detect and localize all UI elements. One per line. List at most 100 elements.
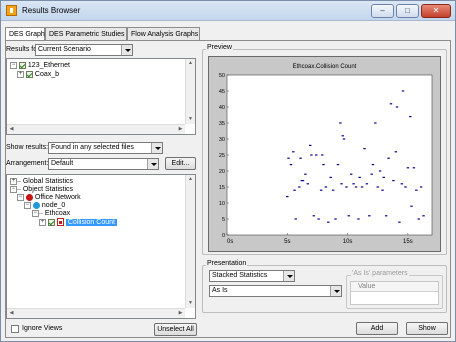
tab-flow-analysis-graphs[interactable]: Flow Analysis Graphs	[127, 27, 200, 41]
data-point	[415, 189, 418, 191]
as-is-parameters-title: 'As Is' parameters	[351, 270, 409, 277]
checkbox-icon[interactable]	[47, 218, 55, 226]
data-point	[368, 215, 371, 217]
title-bar[interactable]: Results Browser – □ ✕	[1, 1, 455, 21]
scenario-tree[interactable]: − 123_Ethernet + Coax_b ▲ ▼ ◀ ▶	[6, 58, 196, 135]
data-point	[312, 215, 316, 217]
data-point	[341, 135, 344, 137]
add-button[interactable]: Add	[356, 322, 398, 335]
data-point	[317, 218, 320, 220]
data-point	[299, 157, 302, 159]
data-point	[395, 106, 399, 108]
checkbox-icon[interactable]	[18, 61, 26, 69]
unselect-all-button[interactable]: Unselect All	[154, 323, 197, 336]
arrangement-dropdown[interactable]: Default	[48, 158, 159, 170]
data-point	[400, 183, 404, 185]
data-point	[389, 103, 393, 105]
data-point	[376, 186, 379, 188]
expand-icon[interactable]: +	[17, 70, 24, 78]
expand-icon[interactable]: +	[10, 177, 17, 185]
show-button[interactable]: Show	[406, 322, 448, 335]
statistics-tree[interactable]: + – Global Statistics − – Object Statistic…	[6, 174, 196, 319]
vertical-scrollbar[interactable]: ▲ ▼	[185, 59, 195, 124]
results-for-value: Current Scenario	[38, 46, 91, 53]
close-button[interactable]: ✕	[421, 4, 451, 18]
chevron-down-icon	[147, 159, 158, 169]
presentation-mode-dropdown[interactable]: Stacked Statistics	[209, 270, 295, 282]
scroll-right-icon[interactable]: ▶	[176, 125, 185, 134]
tree-item-coax-b[interactable]: + Coax_b	[17, 70, 59, 79]
node-icon	[32, 201, 40, 209]
data-point	[357, 218, 360, 220]
value-column-header: Value	[358, 283, 376, 290]
tree-item-label: Collision Count	[65, 219, 117, 226]
maximize-button[interactable]: □	[396, 4, 419, 18]
filter-dropdown[interactable]: As Is	[209, 285, 342, 297]
x-tick-label: 15s	[403, 239, 413, 245]
scroll-right-icon[interactable]: ▶	[176, 309, 185, 318]
show-results-dropdown[interactable]: Found in any selected files	[48, 142, 163, 154]
y-tick-label: 30	[219, 137, 225, 143]
collapse-icon[interactable]: −	[10, 185, 17, 193]
expand-icon[interactable]: +	[39, 218, 46, 226]
chevron-down-icon	[283, 271, 294, 281]
app-icon	[6, 5, 17, 16]
data-point	[309, 144, 312, 146]
collapse-icon[interactable]: −	[10, 61, 17, 69]
data-point	[392, 180, 395, 182]
data-point	[304, 173, 307, 175]
chevron-down-icon	[121, 45, 132, 55]
collapse-icon[interactable]: −	[17, 193, 24, 201]
collapse-icon[interactable]: −	[32, 209, 39, 217]
y-tick-label: 10	[219, 201, 225, 207]
tree-item-ethcoax[interactable]: − – Ethcoax	[32, 209, 70, 218]
tree-item-label: 123_Ethernet	[27, 62, 70, 69]
show-results-label: Show results:	[6, 144, 49, 151]
scroll-up-icon[interactable]: ▲	[186, 59, 195, 68]
scroll-down-icon[interactable]: ▼	[186, 115, 195, 124]
data-point	[378, 170, 382, 172]
data-point	[370, 173, 373, 175]
arrangement-value: Default	[51, 160, 74, 167]
parameters-header-row: Value	[351, 282, 438, 292]
data-point	[371, 164, 375, 166]
checkbox-icon[interactable]	[25, 70, 33, 78]
data-point	[286, 196, 289, 198]
data-point	[321, 154, 324, 156]
data-point	[347, 215, 350, 217]
edit-button[interactable]: Edit...	[165, 157, 196, 170]
parameters-table[interactable]: Value	[350, 281, 439, 305]
ignore-views-checkbox[interactable]	[11, 325, 19, 333]
data-point	[331, 189, 335, 191]
chevron-down-icon	[330, 286, 341, 296]
data-point	[310, 154, 313, 156]
collapse-icon[interactable]: −	[24, 201, 31, 209]
data-point	[350, 173, 353, 175]
data-point	[410, 205, 413, 207]
horizontal-scrollbar[interactable]: ◀ ▶	[7, 124, 185, 134]
y-tick-label: 0	[222, 233, 225, 239]
data-point	[374, 122, 377, 124]
horizontal-scrollbar[interactable]: ◀ ▶	[7, 308, 185, 318]
data-point	[298, 186, 301, 188]
y-tick-label: 45	[219, 89, 225, 95]
x-tick-label: 0s	[227, 239, 233, 245]
scroll-down-icon[interactable]: ▼	[186, 299, 195, 308]
data-point	[365, 183, 369, 185]
tree-item-123-ethernet[interactable]: − 123_Ethernet	[10, 61, 70, 70]
filter-value: As Is	[212, 287, 228, 294]
preview-title: Preview	[206, 44, 233, 51]
minimize-button[interactable]: –	[371, 4, 394, 18]
scroll-up-icon[interactable]: ▲	[186, 175, 195, 184]
data-point	[293, 189, 296, 191]
tab-des-parametric-studies[interactable]: DES Parametric Studies	[45, 27, 127, 41]
scroll-left-icon[interactable]: ◀	[7, 309, 16, 318]
tree-item-collision-count[interactable]: + Collision Count	[39, 218, 117, 227]
vertical-scrollbar[interactable]: ▲ ▼	[185, 175, 195, 308]
tree-item-label: Coax_b	[34, 71, 60, 78]
data-point	[394, 151, 398, 153]
scroll-left-icon[interactable]: ◀	[7, 125, 16, 134]
presentation-title: Presentation	[206, 260, 248, 267]
results-for-dropdown[interactable]: Current Scenario	[35, 44, 133, 56]
data-point	[294, 218, 297, 220]
